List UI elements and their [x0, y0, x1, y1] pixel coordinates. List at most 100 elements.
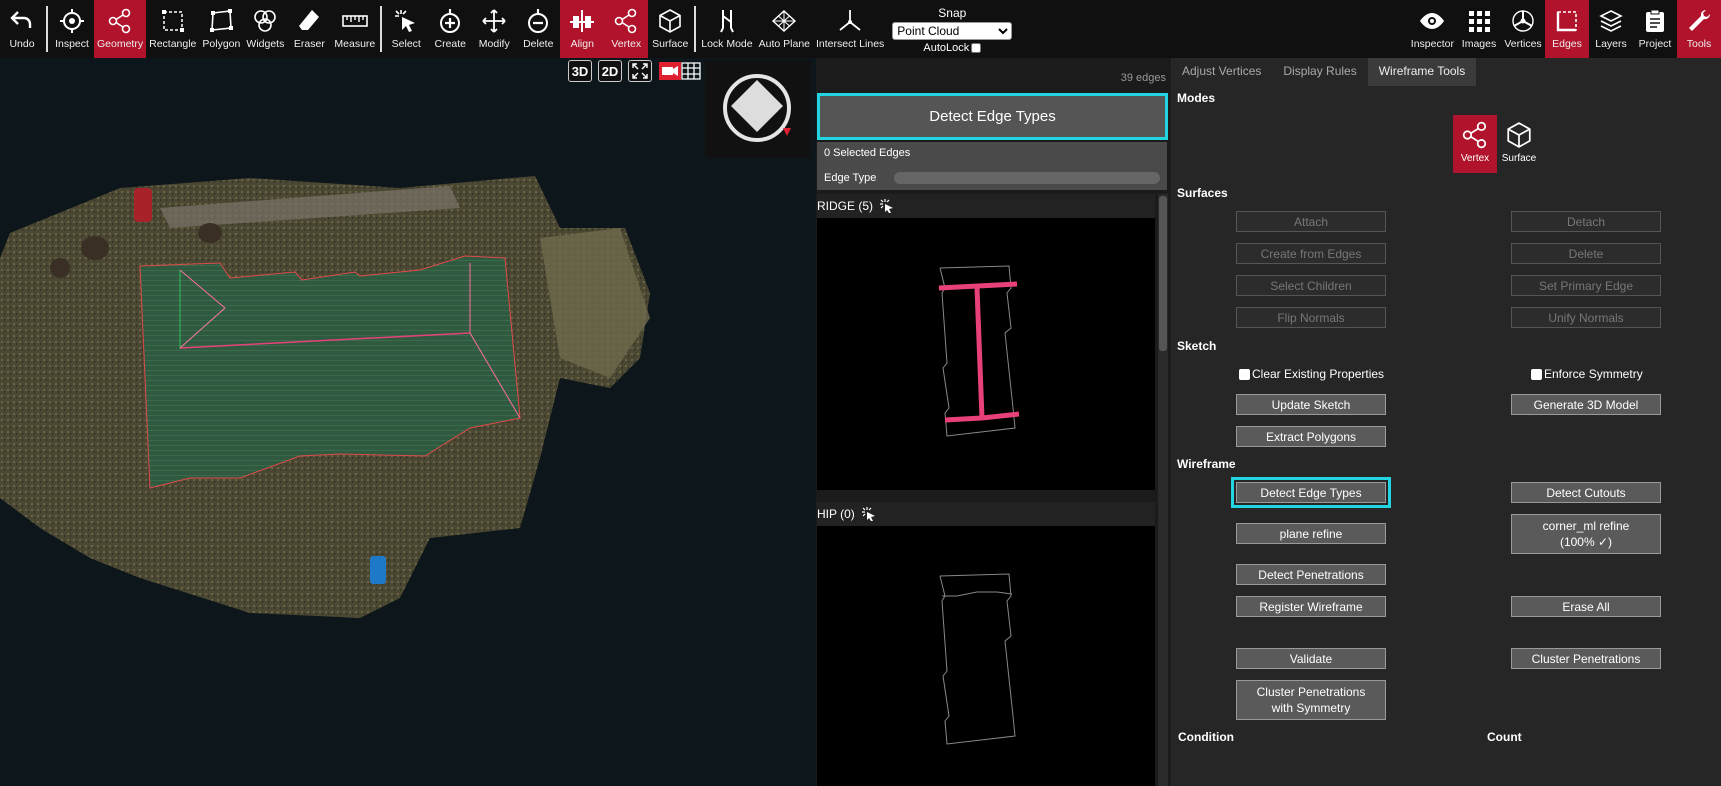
toolbar-images-button[interactable]: Images [1457, 0, 1501, 58]
toolbar-vertices-button[interactable]: Vertices [1501, 0, 1545, 58]
main-toolbar: Undo Inspect Geometry Rectangle Polygon Widge… [0, 0, 1721, 58]
point-cloud-viewport[interactable]: 3D 2D [0, 58, 816, 786]
cube-icon [1507, 122, 1531, 148]
toolbar-select-button[interactable]: Select [384, 0, 428, 58]
toolbar-inspect-button[interactable]: Inspect [50, 0, 94, 58]
detect-penetrations-button[interactable]: Detect Penetrations [1236, 564, 1386, 585]
edge-list-scrollbar[interactable] [1158, 194, 1168, 786]
enforce-symmetry-checkbox[interactable]: Enforce Symmetry [1531, 367, 1643, 381]
toolbar-button-label: Inspect [55, 38, 89, 50]
edge-type-row: Edge Type [817, 166, 1167, 190]
mode-vertex-button[interactable]: Vertex [1453, 115, 1497, 173]
toolbar-separator [694, 6, 697, 52]
toolbar-eraser-button[interactable]: Eraser [287, 0, 331, 58]
select-children-button[interactable]: Select Children [1236, 275, 1386, 296]
toolbar-button-label: Layers [1595, 38, 1627, 50]
view-3d-button[interactable]: 3D [568, 60, 592, 82]
snap-control: Snap Point Cloud AutoLock [887, 0, 1017, 58]
attach-button[interactable]: Attach [1236, 211, 1386, 232]
ridge-header[interactable]: RIDGE (5) [817, 194, 1155, 218]
update-sketch-button[interactable]: Update Sketch [1236, 394, 1386, 415]
camera-grid-toggle[interactable] [658, 60, 702, 82]
hip-header[interactable]: HIP (0) [817, 502, 1155, 526]
toolbar-create-button[interactable]: Create [428, 0, 472, 58]
toolbar-button-label: Edges [1552, 38, 1582, 50]
toolbar-right: Inspector Images Vertices Edges Layers Projec… [1408, 0, 1721, 58]
autolock-toggle[interactable]: AutoLock [923, 42, 982, 54]
toolbar-delete-button[interactable]: Delete [516, 0, 560, 58]
toolbar-separator [380, 6, 383, 52]
tab-wireframe-tools[interactable]: Wireframe Tools [1367, 58, 1477, 86]
toolbar-align-button[interactable]: Align [560, 0, 605, 58]
fullscreen-button[interactable] [628, 60, 652, 82]
grid-icon [681, 62, 701, 80]
unify-normals-button[interactable]: Unify Normals [1511, 307, 1661, 328]
toolbar-auto-plane-button[interactable]: Auto Plane [756, 0, 813, 58]
toolbar-button-label: Intersect Lines [816, 38, 885, 50]
register-wireframe-button[interactable]: Register Wireframe [1236, 596, 1386, 617]
validate-button[interactable]: Validate [1236, 648, 1386, 669]
tab-adjust-vertices[interactable]: Adjust Vertices [1171, 58, 1272, 86]
tab-display-rules[interactable]: Display Rules [1272, 58, 1367, 86]
detect-cutouts-button[interactable]: Detect Cutouts [1511, 482, 1661, 503]
checkbox-box[interactable] [1531, 368, 1542, 380]
detect-edge-types-button[interactable]: Detect Edge Types [1231, 477, 1391, 508]
toolbar-widgets-button[interactable]: Widgets [243, 0, 287, 58]
toolbar-button-label: Tools [1686, 38, 1712, 50]
toolbar-surface-button[interactable]: Surface [648, 0, 692, 58]
select-all-cursor-icon[interactable] [861, 506, 877, 522]
toolbar-layers-button[interactable]: Layers [1589, 0, 1633, 58]
set-primary-edge-button[interactable]: Set Primary Edge [1511, 275, 1661, 296]
edge-type-label: Edge Type [824, 172, 877, 184]
widgets-icon [254, 10, 277, 32]
toolbar-geometry-button[interactable]: Geometry [94, 0, 147, 58]
autolock-checkbox[interactable] [971, 43, 982, 53]
mode-surface-button[interactable]: Surface [1497, 115, 1541, 173]
minus-circle-icon [528, 9, 549, 33]
blue-car [370, 556, 386, 584]
snap-select[interactable]: Point Cloud [892, 22, 1013, 40]
checkbox-box[interactable] [1239, 368, 1250, 380]
toolbar-polygon-button[interactable]: Polygon [199, 0, 243, 58]
edge-type-select[interactable] [894, 172, 1160, 184]
share-nodes-icon [614, 8, 637, 34]
cluster-penetrations-button[interactable]: Cluster Penetrations [1511, 648, 1661, 669]
intersect-lines-icon [839, 10, 861, 31]
mode-surface-label: Surface [1501, 153, 1537, 164]
clear-existing-checkbox[interactable]: Clear Existing Properties [1239, 367, 1384, 381]
video-camera-icon [659, 62, 681, 80]
create-from-edges-button[interactable]: Create from Edges [1236, 243, 1386, 264]
toolbar-inspector-button[interactable]: Inspector [1408, 0, 1457, 58]
toolbar-edges-button[interactable]: Edges [1545, 0, 1589, 58]
wireframe-title: Wireframe [1177, 457, 1236, 471]
toolbar-rectangle-button[interactable]: Rectangle [146, 0, 199, 58]
corner-ml-refine-button[interactable]: corner_ml refine (100% ✓) [1511, 514, 1661, 554]
cluster-penetrations-symmetry-button[interactable]: Cluster Penetrations with Symmetry [1236, 680, 1386, 720]
toolbar-vertex-button[interactable]: Vertex [604, 0, 649, 58]
erase-all-button[interactable]: Erase All [1511, 596, 1661, 617]
move-arrows-icon [482, 9, 506, 33]
detach-button[interactable]: Detach [1511, 211, 1661, 232]
generate-3d-model-button[interactable]: Generate 3D Model [1511, 394, 1661, 415]
share-nodes-icon [1462, 121, 1487, 149]
clipboard-icon [1646, 9, 1664, 32]
snap-title: Snap [938, 6, 967, 20]
flip-normals-button[interactable]: Flip Normals [1236, 307, 1386, 328]
toolbar-measure-button[interactable]: Measure [331, 0, 378, 58]
extract-polygons-button[interactable]: Extract Polygons [1236, 426, 1386, 447]
toolbar-tools-button[interactable]: Tools [1677, 0, 1721, 58]
detect-edge-types-button-top[interactable]: Detect Edge Types [817, 93, 1168, 140]
view-2d-button[interactable]: 2D [598, 60, 622, 82]
toolbar-project-button[interactable]: Project [1633, 0, 1677, 58]
toolbar-separator [46, 6, 48, 52]
toolbar-modify-button[interactable]: Modify [472, 0, 516, 58]
compass-widget[interactable] [705, 60, 811, 158]
scroll-thumb[interactable] [1159, 196, 1167, 351]
select-all-cursor-icon[interactable] [879, 198, 895, 214]
enforce-symmetry-label: Enforce Symmetry [1544, 367, 1643, 381]
delete-surface-button[interactable]: Delete [1511, 243, 1661, 264]
toolbar-intersect-lines-button[interactable]: Intersect Lines [813, 0, 887, 58]
plane-refine-button[interactable]: plane refine [1236, 523, 1386, 544]
toolbar-undo-button[interactable]: Undo [0, 0, 44, 58]
toolbar-lock-mode-button[interactable]: Lock Mode [698, 0, 755, 58]
